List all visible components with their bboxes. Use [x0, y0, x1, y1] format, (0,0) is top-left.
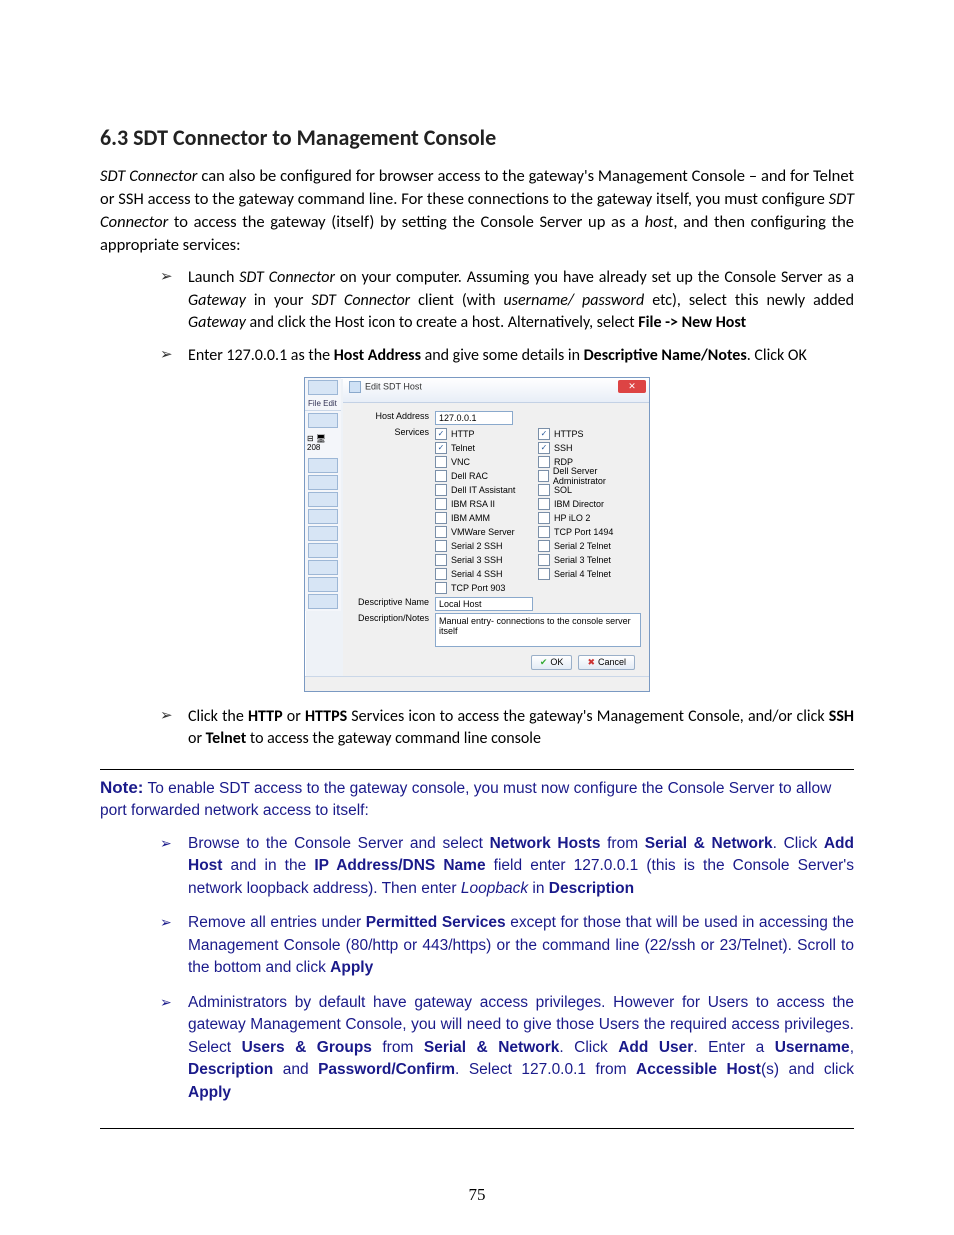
window-icon [349, 381, 361, 393]
service-checkbox[interactable]: IBM RSA II [435, 497, 538, 511]
sidebar: File Edit ⊟ 🖥 208 [305, 378, 341, 611]
toolbar-icon[interactable] [308, 413, 338, 428]
service-checkbox[interactable]: Serial 3 Telnet [538, 553, 641, 567]
menu-bar[interactable]: File Edit [305, 397, 341, 411]
service-checkbox[interactable]: Serial 4 Telnet [538, 567, 641, 581]
note-item: Browse to the Console Server and select … [160, 833, 854, 900]
tree-node[interactable] [308, 543, 338, 558]
note-label: Note: [100, 778, 143, 797]
page-number: 75 [0, 1185, 954, 1205]
service-checkbox[interactable]: HTTP [435, 427, 538, 441]
service-checkbox[interactable]: Dell RAC [435, 469, 538, 483]
service-checkbox[interactable]: Serial 2 Telnet [538, 539, 641, 553]
bullet-list-1: Launch SDT Connector on your computer. A… [100, 267, 854, 367]
tree-node[interactable] [308, 492, 338, 507]
service-checkbox[interactable]: VNC [435, 455, 538, 469]
service-checkbox[interactable]: Serial 4 SSH [435, 567, 538, 581]
note-item: Administrators by default have gateway a… [160, 992, 854, 1104]
section-heading: 6.3 SDT Connector to Management Console [100, 124, 854, 151]
service-checkbox[interactable]: Telnet [435, 441, 538, 455]
service-checkbox[interactable]: SSH [538, 441, 641, 455]
tree-node[interactable] [308, 560, 338, 575]
description-notes-label: Description/Notes [351, 613, 435, 623]
services-label: Services [351, 427, 435, 437]
service-checkbox[interactable]: Dell IT Assistant [435, 483, 538, 497]
bullet-item: Click the HTTP or HTTPS Services icon to… [160, 706, 854, 751]
service-checkbox[interactable]: Dell Server Administrator [538, 469, 641, 483]
service-checkbox[interactable]: VMWare Server [435, 525, 538, 539]
service-checkbox[interactable]: TCP Port 903 [435, 581, 538, 595]
tree-node[interactable] [308, 509, 338, 524]
note-item: Remove all entries under Permitted Servi… [160, 912, 854, 979]
description-notes-input[interactable]: Manual entry- connections to the console… [435, 613, 641, 647]
tree-node[interactable] [308, 458, 338, 473]
bullet-item: Launch SDT Connector on your computer. A… [160, 267, 854, 334]
cancel-button[interactable]: ✖Cancel [578, 655, 635, 670]
app-icon [308, 380, 338, 395]
descriptive-name-label: Descriptive Name [351, 597, 435, 607]
service-checkbox[interactable]: IBM Director [538, 497, 641, 511]
tree-node[interactable] [308, 475, 338, 490]
status-bar [305, 676, 649, 691]
screenshot-edit-sdt-host: File Edit ⊟ 🖥 208 Edit SDT Host ✕ Host A… [304, 377, 650, 692]
tree-node[interactable] [308, 577, 338, 592]
service-checkbox[interactable]: Serial 3 SSH [435, 553, 538, 567]
service-checkbox[interactable]: IBM AMM [435, 511, 538, 525]
descriptive-name-input[interactable]: Local Host [435, 597, 533, 611]
host-address-input[interactable]: 127.0.0.1 [435, 411, 513, 425]
intro-paragraph: SDT Connector can also be configured for… [100, 165, 854, 257]
dialog-titlebar: Edit SDT Host ✕ [343, 378, 649, 403]
service-checkbox[interactable]: HP iLO 2 [538, 511, 641, 525]
ok-button[interactable]: ✔OK [531, 655, 573, 670]
tree-node[interactable] [308, 526, 338, 541]
bullet-item: Enter 127.0.0.1 as the Host Address and … [160, 345, 854, 367]
tree-node[interactable] [308, 594, 338, 609]
service-checkbox[interactable]: Serial 2 SSH [435, 539, 538, 553]
bullet-list-2: Click the HTTP or HTTPS Services icon to… [100, 706, 854, 751]
host-address-label: Host Address [351, 411, 435, 421]
close-button[interactable]: ✕ [618, 380, 646, 393]
service-checkbox[interactable]: HTTPS [538, 427, 641, 441]
service-checkbox[interactable]: TCP Port 1494 [538, 525, 641, 539]
note-block: Note: To enable SDT access to the gatewa… [100, 769, 854, 1129]
